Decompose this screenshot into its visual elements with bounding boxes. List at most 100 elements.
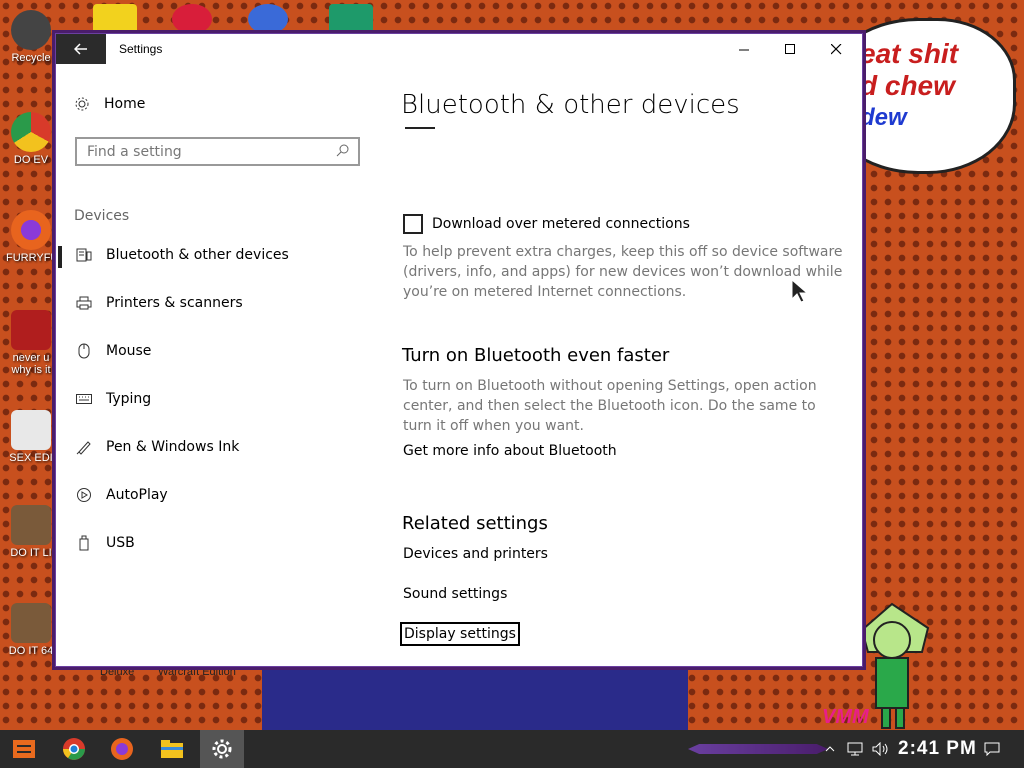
taskbar-firefox[interactable] xyxy=(100,730,144,768)
nav-item-printers[interactable]: Printers & scanners xyxy=(74,295,243,311)
desktop-icon-firefox[interactable]: FURRYFU xyxy=(6,210,59,264)
desktop-top-icon[interactable] xyxy=(329,4,373,34)
taskbar-clock[interactable]: 2:41 PM xyxy=(898,738,977,760)
volume-icon xyxy=(872,742,888,756)
taskbar-settings[interactable] xyxy=(200,730,244,768)
desktop-icon-label: Recycle xyxy=(11,52,51,64)
action-center-button[interactable] xyxy=(978,730,1006,768)
taskbar-file-explorer[interactable] xyxy=(150,730,194,768)
close-icon xyxy=(830,43,841,54)
desktop-icon-label: DO IT 64 xyxy=(8,645,54,657)
nav-item-label: Typing xyxy=(106,391,152,407)
maximize-button[interactable] xyxy=(767,34,813,64)
nav-item-pen[interactable]: Pen & Windows Ink xyxy=(74,439,239,455)
desktop-icon-label: never u why is it xyxy=(11,352,51,376)
title-bar[interactable]: Settings xyxy=(56,34,862,64)
window-title: Settings xyxy=(119,42,163,56)
desktop-icon-label: DO IT LI xyxy=(10,547,52,559)
search-input[interactable]: Find a setting xyxy=(75,137,360,166)
desktop-icon-chrome[interactable]: DO EV xyxy=(6,112,56,166)
file-explorer-icon xyxy=(161,740,183,758)
network-button[interactable] xyxy=(842,730,868,768)
nav-item-bluetooth[interactable]: Bluetooth & other devices xyxy=(74,247,289,263)
nav-item-label: Bluetooth & other devices xyxy=(106,247,289,263)
nav-item-label: Mouse xyxy=(106,343,152,359)
metered-checkbox-row[interactable]: Download over metered connections xyxy=(403,214,690,234)
usb-icon xyxy=(74,535,94,551)
bluetooth-info-link[interactable]: Get more info about Bluetooth xyxy=(403,443,617,459)
page-title: Bluetooth & other devices xyxy=(401,90,740,120)
faster-heading: Turn on Bluetooth even faster xyxy=(402,345,670,366)
taskbar-decoration xyxy=(688,744,828,754)
desktop-icon-devcpp[interactable]: never u why is it xyxy=(6,310,56,376)
back-button[interactable] xyxy=(56,34,106,64)
chrome-icon xyxy=(63,738,85,760)
mouse-pointer-icon xyxy=(791,279,809,303)
action-center-icon xyxy=(984,742,1000,756)
start-icon xyxy=(13,740,35,758)
search-placeholder: Find a setting xyxy=(87,143,182,160)
metered-description: To help prevent extra charges, keep this… xyxy=(403,244,843,300)
nav-item-label: AutoPlay xyxy=(106,487,168,503)
pen-icon xyxy=(74,439,94,455)
nav-home[interactable]: Home xyxy=(74,96,145,112)
mouse-icon xyxy=(74,343,94,359)
nav-section-label: Devices xyxy=(74,208,130,224)
settings-window: Settings Home Find a setting Devices Blu… xyxy=(55,33,863,667)
nav-item-mouse[interactable]: Mouse xyxy=(74,343,151,359)
chevron-up-icon xyxy=(825,746,835,752)
desktop-icon-label: DO EV xyxy=(13,154,49,166)
metered-label: Download over metered connections xyxy=(432,216,690,232)
desktop-top-icon[interactable] xyxy=(93,4,137,34)
bluetooth-devices-icon xyxy=(74,248,94,262)
nav-item-autoplay[interactable]: AutoPlay xyxy=(74,487,168,503)
taskbar-chrome[interactable] xyxy=(52,730,96,768)
start-button[interactable] xyxy=(2,730,46,768)
desktop-top-icon[interactable] xyxy=(248,4,288,34)
desktop-icon-label: FURRYFU xyxy=(6,252,59,264)
nav-item-usb[interactable]: USB xyxy=(74,535,135,551)
device-list-item-partial xyxy=(405,127,435,139)
speech-bubble-text: eat shit d chew dew xyxy=(860,38,958,134)
display-settings-link[interactable]: Display settings xyxy=(400,622,520,646)
devices-and-printers-link[interactable]: Devices and printers xyxy=(403,546,548,562)
desktop-icon-hex[interactable]: SEX EDI xyxy=(6,410,56,464)
minimize-button[interactable] xyxy=(721,34,767,64)
firefox-icon xyxy=(111,738,133,760)
game-wallpaper-area xyxy=(262,665,688,730)
metered-checkbox[interactable] xyxy=(403,214,423,234)
arrow-left-icon xyxy=(74,43,87,55)
printer-icon xyxy=(74,296,94,310)
nav-home-label: Home xyxy=(104,96,146,112)
close-button[interactable] xyxy=(813,34,859,64)
bubble-line: d chew xyxy=(860,70,955,101)
nav-item-label: Pen & Windows Ink xyxy=(106,439,240,455)
bubble-line: dew xyxy=(860,104,907,131)
faster-description: To turn on Bluetooth without opening Set… xyxy=(403,378,817,434)
sound-settings-link[interactable]: Sound settings xyxy=(403,586,507,602)
nav-item-label: Printers & scanners xyxy=(106,295,243,311)
nav-item-typing[interactable]: Typing xyxy=(74,391,151,407)
selection-indicator xyxy=(58,246,62,268)
related-settings-heading: Related settings xyxy=(402,513,548,534)
search-icon xyxy=(336,144,349,157)
volume-button[interactable] xyxy=(868,730,894,768)
settings-icon xyxy=(212,739,232,759)
desktop-icon-recycle[interactable]: Recycle xyxy=(6,10,56,64)
maximize-icon xyxy=(784,43,795,54)
show-hidden-icons-button[interactable] xyxy=(818,730,842,768)
desktop-icon-label: SEX EDI xyxy=(9,452,53,464)
desktop-icon-portrait-64[interactable]: DO IT 64 xyxy=(6,603,56,657)
taskbar: 2:41 PM xyxy=(0,730,1024,768)
minimize-icon xyxy=(738,49,749,50)
nav-item-label: USB xyxy=(106,535,135,551)
desktop-top-icon[interactable] xyxy=(172,4,212,34)
network-icon xyxy=(847,742,863,756)
gear-icon xyxy=(75,97,89,111)
desktop-icon-portrait[interactable]: DO IT LI xyxy=(6,505,56,559)
desktop-bottom-label: Warcraft Edition xyxy=(158,666,236,678)
keyboard-icon xyxy=(74,394,94,404)
bubble-line: eat shit xyxy=(860,38,959,69)
autoplay-icon xyxy=(74,487,94,503)
desktop-bottom-label: Deluxe xyxy=(100,666,135,678)
